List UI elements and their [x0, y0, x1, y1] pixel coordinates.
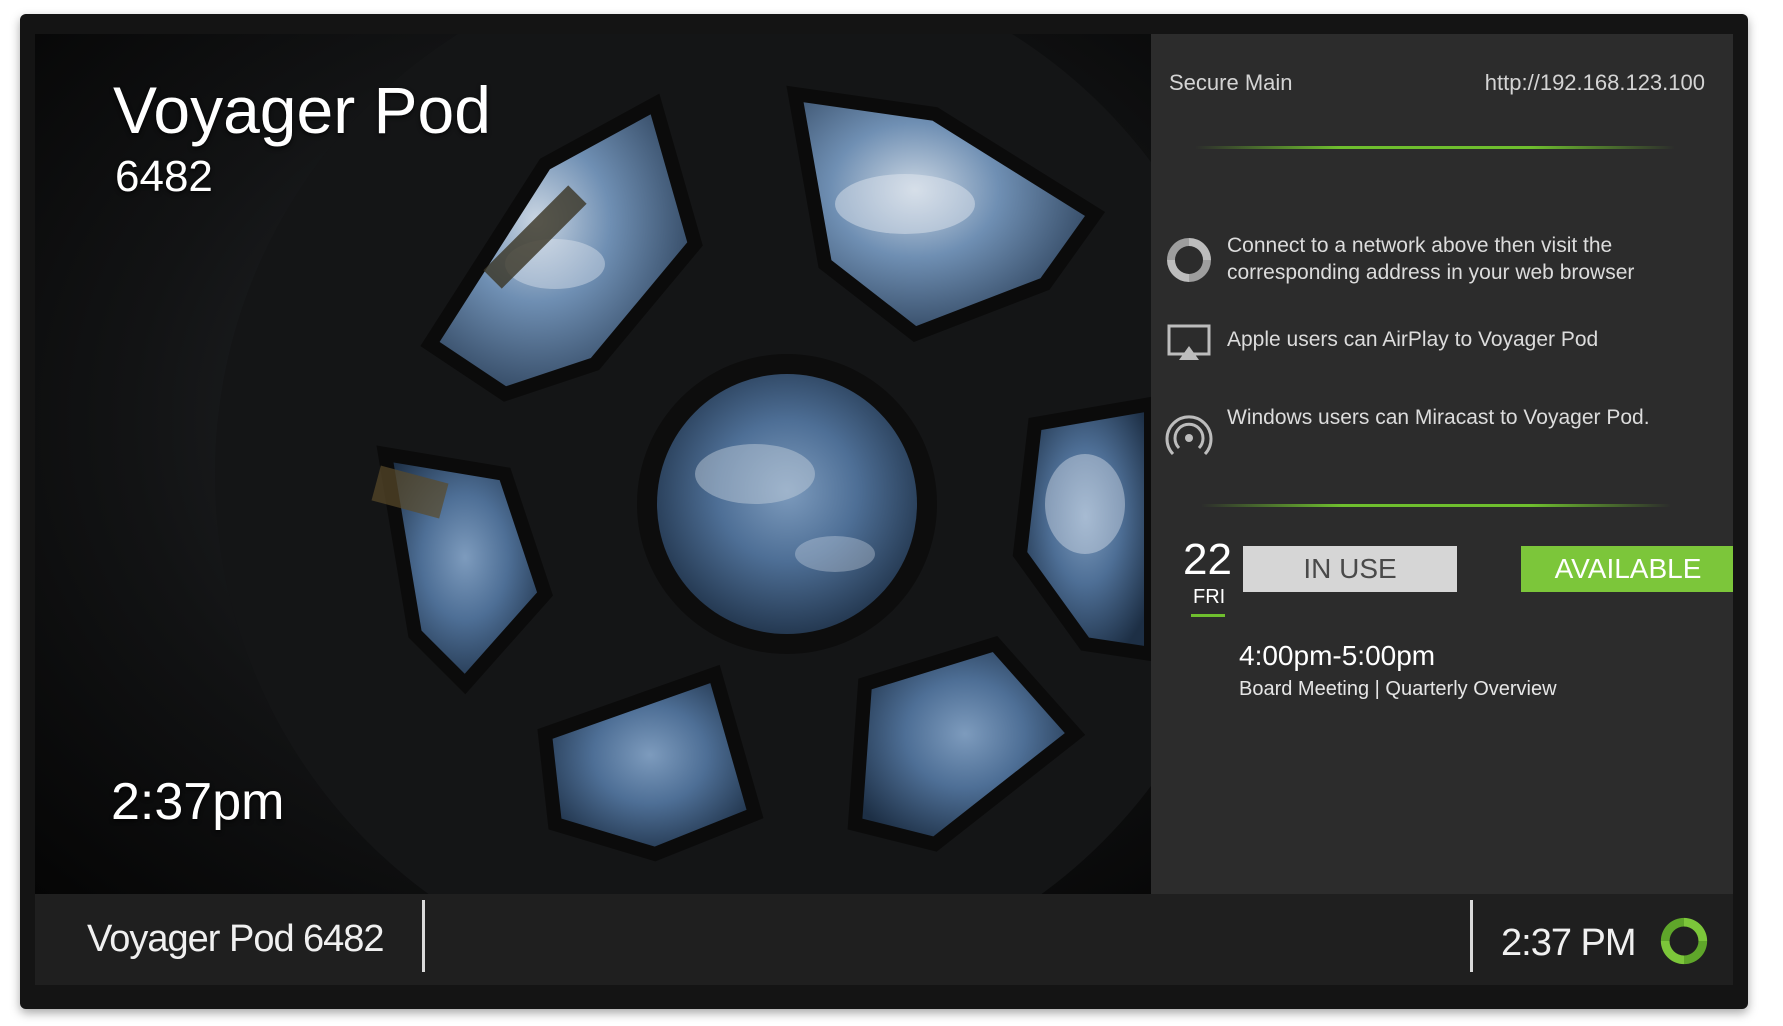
date-number: 22 [1183, 535, 1232, 584]
room-title: Voyager Pod [113, 73, 491, 147]
instruction-miracast: Windows users can Miracast to Voyager Po… [1161, 404, 1721, 464]
room-number: 6482 [115, 152, 213, 201]
event-time: 4:00pm-5:00pm [1239, 640, 1436, 671]
event-title: Board Meeting | Quarterly Overview [1239, 678, 1557, 700]
date-underline [1191, 614, 1225, 617]
instruction-connect: Connect to a network above then visit th… [1161, 232, 1721, 292]
divider [1195, 146, 1675, 149]
status-room-name: Voyager Pod [87, 918, 295, 960]
refresh-logo-icon [1167, 238, 1211, 282]
instruction-miracast-text: Windows users can Miracast to Voyager Po… [1227, 406, 1650, 429]
brand-logo-icon [1660, 917, 1708, 965]
status-divider [1470, 900, 1473, 972]
miracast-icon [1165, 415, 1213, 456]
room-display-screen: Voyager Pod 6482 2:37pm Secure Main http… [35, 34, 1733, 985]
status-time: 2:37 PM [1501, 922, 1637, 964]
airplay-icon [1167, 324, 1211, 360]
network-name: Secure Main [1169, 70, 1293, 95]
instruction-connect-text: Connect to a network above then visit th… [1227, 234, 1635, 284]
info-panel: Secure Main http://192.168.123.100 Conne… [1151, 34, 1733, 894]
date-day: FRI [1193, 586, 1226, 608]
network-url: http://192.168.123.100 [1484, 70, 1705, 95]
status-bar: Voyager Pod 6482 2:37 PM [35, 894, 1733, 985]
available-button[interactable]: AVAILABLE [1521, 546, 1733, 592]
current-time: 2:37pm [111, 773, 285, 831]
divider [1201, 504, 1671, 507]
status-divider [422, 900, 425, 972]
instruction-airplay-text: Apple users can AirPlay to Voyager Pod [1227, 328, 1599, 351]
status-room-number: 6482 [303, 918, 385, 960]
in-use-button[interactable]: IN USE [1243, 546, 1457, 592]
background-image: Voyager Pod 6482 2:37pm [35, 34, 1151, 894]
instruction-airplay: Apple users can AirPlay to Voyager Pod [1161, 320, 1721, 368]
